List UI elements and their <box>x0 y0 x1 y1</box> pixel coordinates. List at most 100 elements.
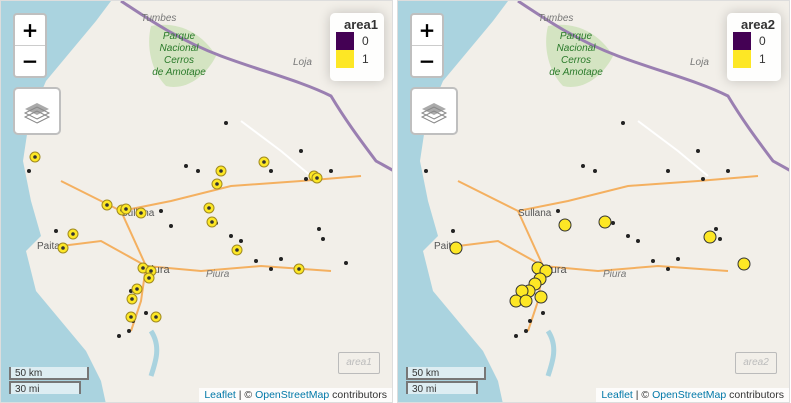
attribution-sep: | © <box>632 389 653 401</box>
scale-km: 50 km <box>9 367 89 380</box>
legend: area1 0 1 <box>330 13 384 81</box>
layers-button[interactable] <box>410 87 458 135</box>
zoom-control: + − <box>13 13 47 78</box>
label-park-4: de Amotape <box>152 67 206 78</box>
point-marker-center <box>207 206 211 210</box>
point-marker[interactable] <box>27 169 31 173</box>
legend-item: 0 <box>733 32 775 50</box>
point-marker[interactable] <box>144 311 148 315</box>
point-marker[interactable] <box>269 267 273 271</box>
point-marker[interactable] <box>666 169 670 173</box>
legend-swatch <box>336 32 354 50</box>
point-marker-center <box>297 267 301 271</box>
leaflet-link[interactable]: Leaflet <box>204 389 236 401</box>
point-marker[interactable] <box>54 229 58 233</box>
point-marker[interactable] <box>229 234 233 238</box>
point-marker-center <box>130 297 134 301</box>
scale-km: 50 km <box>406 367 486 380</box>
zoom-in-button[interactable]: + <box>412 15 442 46</box>
point-marker[interactable] <box>304 177 308 181</box>
point-marker-center <box>262 160 266 164</box>
legend-title: area1 <box>344 17 378 32</box>
point-marker[interactable] <box>651 259 655 263</box>
point-marker[interactable] <box>184 164 188 168</box>
map-panel-area2[interactable]: Tumbes Parque Nacional Cerros de Amotape… <box>397 0 790 403</box>
point-marker[interactable] <box>666 267 670 271</box>
point-marker[interactable] <box>344 261 348 265</box>
point-marker[interactable] <box>117 334 121 338</box>
point-marker[interactable] <box>541 311 545 315</box>
point-marker-center <box>124 207 128 211</box>
point-marker[interactable] <box>269 169 273 173</box>
point-marker-center <box>105 203 109 207</box>
point-marker[interactable] <box>514 334 518 338</box>
point-marker-center <box>135 287 139 291</box>
zoom-out-button[interactable]: − <box>412 46 442 76</box>
scale-mi: 30 mi <box>406 381 478 395</box>
point-marker[interactable] <box>636 239 640 243</box>
point-marker-center <box>61 246 65 250</box>
legend-item: 1 <box>733 50 775 68</box>
point-marker[interactable] <box>321 237 325 241</box>
point-marker[interactable] <box>127 329 131 333</box>
point-marker[interactable] <box>424 169 428 173</box>
point-marker[interactable] <box>239 239 243 243</box>
point-marker[interactable] <box>196 169 200 173</box>
point-marker[interactable] <box>317 227 321 231</box>
point-marker[interactable] <box>626 234 630 238</box>
point-marker-highlight[interactable] <box>598 215 612 229</box>
leaflet-link[interactable]: Leaflet <box>601 389 633 401</box>
osm-link[interactable]: OpenStreetMap <box>652 389 726 401</box>
point-marker-center <box>147 276 151 280</box>
layers-button[interactable] <box>13 87 61 135</box>
point-marker-highlight[interactable] <box>519 294 533 308</box>
point-marker[interactable] <box>299 149 303 153</box>
point-marker[interactable] <box>224 121 228 125</box>
point-marker[interactable] <box>451 229 455 233</box>
watermark: area2 <box>735 352 777 374</box>
point-marker[interactable] <box>701 177 705 181</box>
label-park-1: Parque <box>163 31 196 42</box>
point-marker-highlight[interactable] <box>737 257 751 271</box>
point-marker[interactable] <box>726 169 730 173</box>
point-marker[interactable] <box>254 259 258 263</box>
point-marker[interactable] <box>581 164 585 168</box>
label-tumbes: Tumbes <box>538 13 573 24</box>
point-marker[interactable] <box>169 224 173 228</box>
point-marker-highlight[interactable] <box>449 241 463 255</box>
point-marker[interactable] <box>159 209 163 213</box>
scale-bar: 50 km 30 mi <box>9 367 89 395</box>
point-marker-highlight[interactable] <box>534 290 548 304</box>
label-piura-region: Piura <box>206 269 230 280</box>
point-marker[interactable] <box>329 169 333 173</box>
point-marker-center <box>235 248 239 252</box>
point-marker[interactable] <box>528 319 532 323</box>
point-marker[interactable] <box>714 227 718 231</box>
label-paita: Paita <box>37 241 60 252</box>
scale-bar: 50 km 30 mi <box>406 367 486 395</box>
point-marker-center <box>219 169 223 173</box>
point-marker[interactable] <box>611 221 615 225</box>
point-marker[interactable] <box>279 257 283 261</box>
map-panel-area1[interactable]: Tumbes Parque Nacional Cerros de Amotape… <box>0 0 393 403</box>
point-marker[interactable] <box>593 169 597 173</box>
attribution-tail: contributors <box>726 389 784 401</box>
point-marker[interactable] <box>524 329 528 333</box>
point-marker[interactable] <box>696 149 700 153</box>
attribution-tail: contributors <box>329 389 387 401</box>
zoom-control: + − <box>410 13 444 78</box>
point-marker-highlight[interactable] <box>703 230 717 244</box>
point-marker[interactable] <box>556 209 560 213</box>
point-marker[interactable] <box>621 121 625 125</box>
zoom-in-button[interactable]: + <box>15 15 45 46</box>
label-sullana: Sullana <box>518 208 552 219</box>
point-marker[interactable] <box>718 237 722 241</box>
legend-label: 1 <box>759 52 766 66</box>
point-marker[interactable] <box>676 257 680 261</box>
point-marker-highlight[interactable] <box>558 218 572 232</box>
osm-link[interactable]: OpenStreetMap <box>255 389 329 401</box>
legend: area2 0 1 <box>727 13 781 81</box>
point-marker-center <box>33 155 37 159</box>
zoom-out-button[interactable]: − <box>15 46 45 76</box>
label-park-2: Nacional <box>557 43 597 54</box>
